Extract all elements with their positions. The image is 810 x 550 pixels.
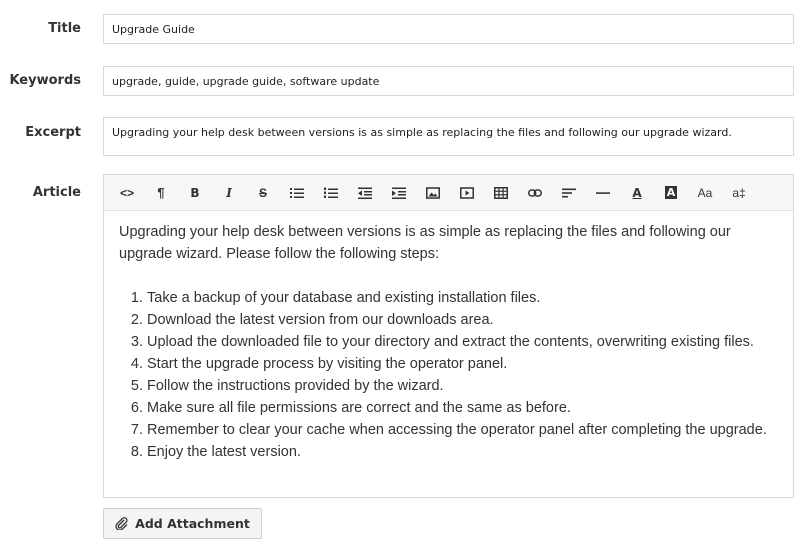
- video-button[interactable]: [450, 180, 484, 206]
- excerpt-textarea[interactable]: Upgrading your help desk between version…: [112, 126, 785, 156]
- strikethrough-button[interactable]: S: [246, 180, 280, 206]
- keywords-label: Keywords: [9, 73, 81, 88]
- bold-button[interactable]: B: [178, 180, 212, 206]
- steps-list: Take a backup of your database and exist…: [119, 287, 778, 463]
- ordered-list-icon: [324, 187, 338, 198]
- italic-icon: I: [226, 185, 232, 200]
- bold-icon: B: [190, 185, 200, 200]
- background-color-button[interactable]: A: [654, 180, 688, 206]
- video-icon: [460, 186, 474, 199]
- list-item: Start the upgrade process by visiting th…: [147, 353, 778, 375]
- table-icon: [494, 186, 508, 199]
- article-editor[interactable]: <> ¶ B I S A A Aa a‡ Upgrading your help…: [103, 174, 794, 498]
- title-input[interactable]: [112, 22, 785, 36]
- article-content[interactable]: Upgrading your help desk between version…: [104, 211, 793, 463]
- list-item: Enjoy the latest version.: [147, 441, 778, 463]
- paragraph-button[interactable]: ¶: [144, 180, 178, 206]
- link-button[interactable]: [518, 180, 552, 206]
- list-item: Follow the instructions provided by the …: [147, 375, 778, 397]
- excerpt-field-box[interactable]: Upgrading your help desk between version…: [103, 117, 794, 156]
- unordered-list-button[interactable]: [280, 180, 314, 206]
- font-size-icon: a‡: [732, 185, 746, 200]
- link-icon: [528, 188, 542, 197]
- code-view-button[interactable]: <>: [110, 180, 144, 206]
- align-left-icon: [562, 188, 576, 197]
- table-button[interactable]: [484, 180, 518, 206]
- indent-button[interactable]: [382, 180, 416, 206]
- font-color-button[interactable]: A: [620, 180, 654, 206]
- font-family-button[interactable]: Aa: [688, 180, 722, 206]
- horizontal-rule-button[interactable]: [586, 180, 620, 206]
- list-item: Upload the downloaded file to your direc…: [147, 331, 778, 353]
- paperclip-icon: [115, 517, 128, 530]
- title-label: Title: [48, 21, 81, 36]
- horizontal-rule-icon: [596, 191, 610, 194]
- indent-icon: [392, 187, 406, 199]
- alignment-button[interactable]: [552, 180, 586, 206]
- ordered-list-button[interactable]: [314, 180, 348, 206]
- article-intro: Upgrading your help desk between version…: [119, 224, 731, 262]
- paragraph-icon: ¶: [157, 185, 165, 200]
- add-attachment-label: Add Attachment: [135, 516, 250, 531]
- italic-button[interactable]: I: [212, 180, 246, 206]
- strikethrough-icon: S: [258, 185, 267, 200]
- image-button[interactable]: [416, 180, 450, 206]
- keywords-field-box[interactable]: [103, 66, 794, 96]
- list-item: Take a backup of your database and exist…: [147, 287, 778, 309]
- title-field-box[interactable]: [103, 14, 794, 44]
- font-color-icon: A: [632, 185, 642, 200]
- excerpt-label: Excerpt: [25, 125, 81, 140]
- list-item: Remember to clear your cache when access…: [147, 419, 778, 441]
- add-attachment-button[interactable]: Add Attachment: [103, 508, 262, 539]
- editor-toolbar: <> ¶ B I S A A Aa a‡: [104, 175, 793, 211]
- keywords-input[interactable]: [112, 74, 785, 88]
- font-family-icon: Aa: [697, 185, 713, 200]
- code-icon: <>: [119, 185, 134, 200]
- outdent-button[interactable]: [348, 180, 382, 206]
- image-icon: [426, 186, 440, 199]
- article-label: Article: [32, 185, 81, 200]
- outdent-icon: [358, 187, 372, 199]
- font-size-button[interactable]: a‡: [722, 180, 756, 206]
- background-color-icon: A: [664, 186, 678, 199]
- unordered-list-icon: [290, 187, 304, 198]
- list-item: Make sure all file permissions are corre…: [147, 397, 778, 419]
- list-item: Download the latest version from our dow…: [147, 309, 778, 331]
